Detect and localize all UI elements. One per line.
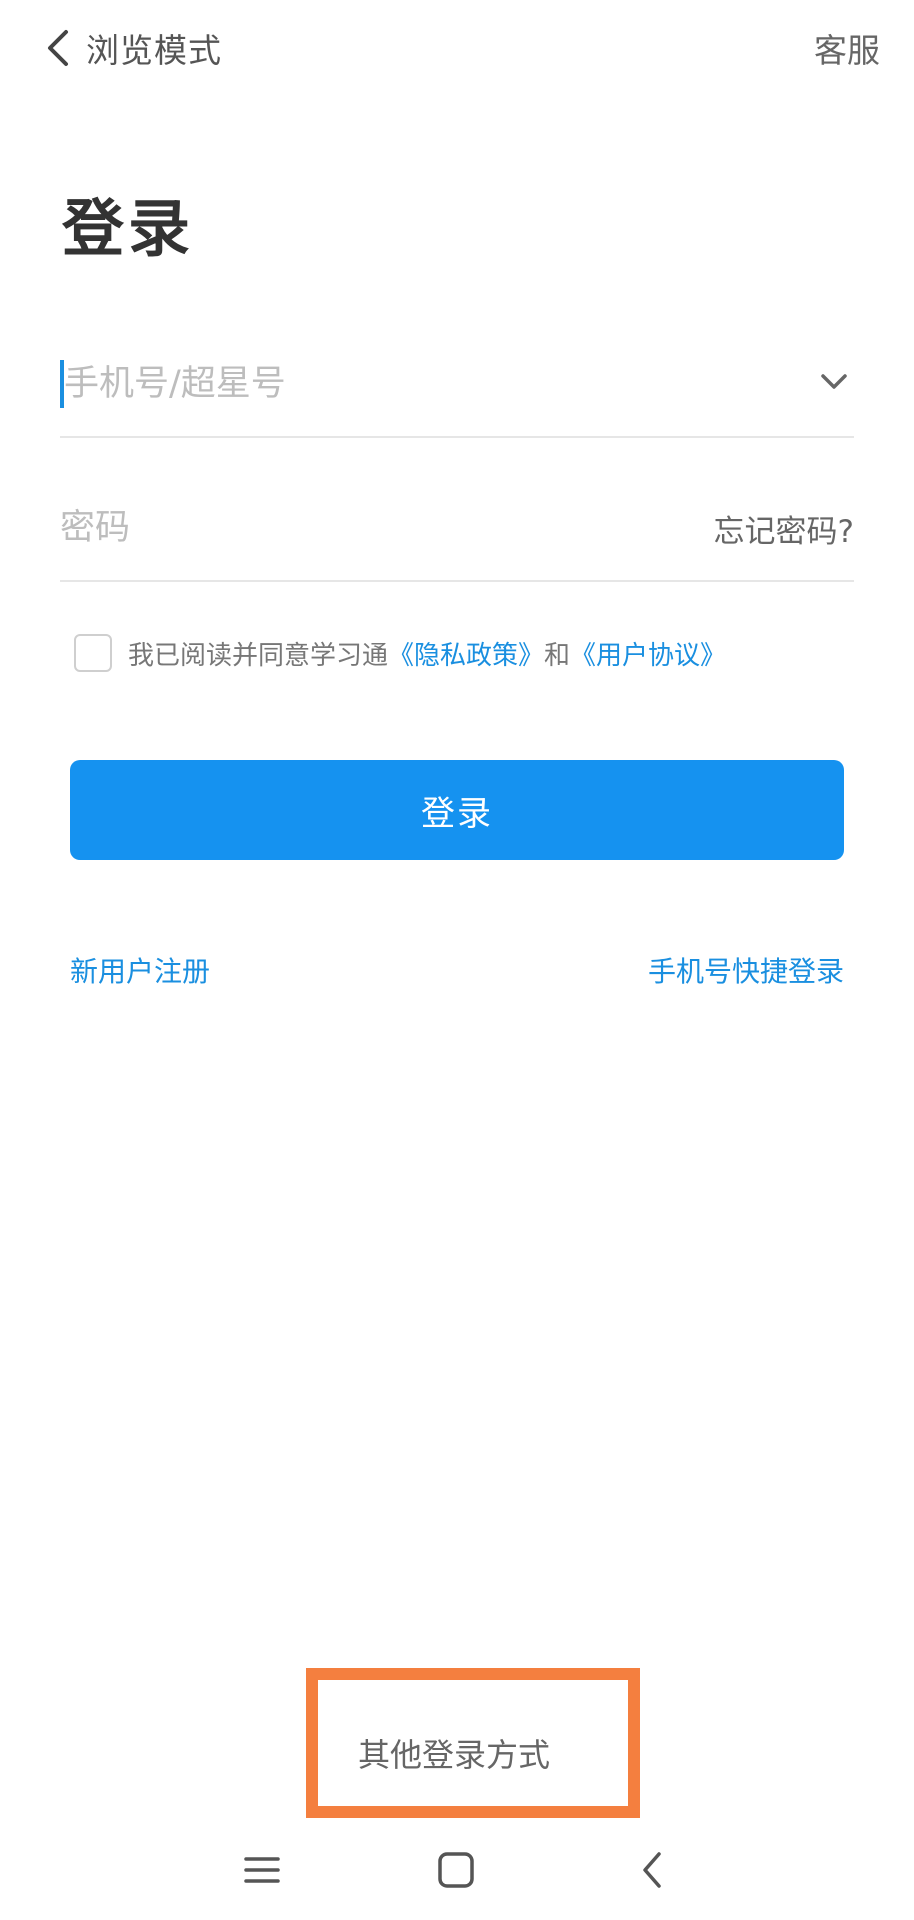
agreement-text: 我已阅读并同意学习通 — [128, 640, 389, 671]
menu-icon — [244, 1857, 280, 1883]
user-agreement-link[interactable]: 《用户协议》 — [570, 635, 726, 672]
back-button[interactable]: 浏览模式 — [44, 22, 222, 74]
back-button-label: 浏览模式 — [86, 31, 222, 70]
top-bar: 浏览模式 客服 — [0, 0, 914, 96]
privacy-policy-link[interactable]: 《隐私政策》 — [388, 635, 544, 672]
customer-service-link[interactable]: 客服 — [814, 24, 880, 72]
quick-login-link[interactable]: 手机号快捷登录 — [648, 950, 844, 990]
system-navigation-bar — [0, 1820, 914, 1920]
chevron-left-icon — [48, 30, 68, 66]
nav-home-button[interactable] — [428, 1842, 484, 1898]
back-icon — [643, 1852, 661, 1888]
forgot-password-link[interactable]: 忘记密码? — [714, 506, 854, 551]
register-link[interactable]: 新用户注册 — [70, 950, 210, 990]
other-login-methods-link[interactable]: 其他登录方式 — [358, 1730, 550, 1776]
nav-menu-button[interactable] — [234, 1842, 290, 1898]
password-field: 忘记密码? — [60, 494, 854, 582]
chevron-down-icon[interactable] — [814, 362, 854, 402]
page-title: 登录 — [62, 192, 195, 265]
phone-field — [60, 350, 854, 438]
password-input[interactable] — [60, 494, 600, 562]
login-button[interactable]: 登录 — [70, 760, 844, 860]
home-icon — [438, 1852, 474, 1888]
agreement-and-text: 和 — [544, 640, 571, 671]
phone-input[interactable] — [64, 350, 744, 418]
agreement-checkbox[interactable] — [74, 634, 112, 672]
nav-back-button[interactable] — [624, 1842, 680, 1898]
agreement-row: 我已阅读并同意学习通 《隐私政策》 和 《用户协议》 — [74, 632, 726, 674]
